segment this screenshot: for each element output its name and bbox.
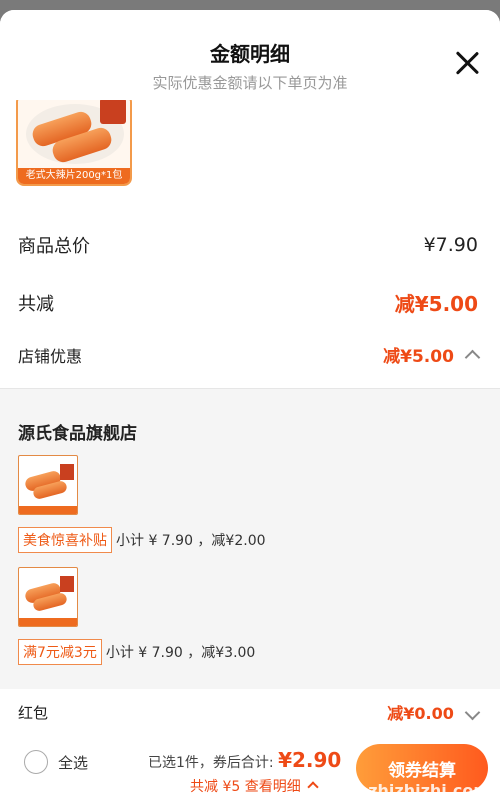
order-total: ¥2.90 [278, 748, 342, 772]
promo-tag: 满7元减3元 [18, 639, 102, 665]
watermark: zhizhizhi.com [368, 781, 490, 800]
red-packet-row[interactable]: 红包 减¥0.00 [18, 700, 481, 724]
shop-discount-label: 店铺优惠 [18, 346, 83, 366]
view-detail-link[interactable]: 共减 ¥5 查看明细 [190, 776, 319, 796]
total-price-value: ¥7.90 [423, 234, 478, 256]
discount-value: 减¥5.00 [394, 292, 478, 316]
checkout-bar: 全选 已选1件，券后合计: ¥2.90 共减 ¥5 查看明细 领券结算 zhiz… [0, 736, 500, 804]
promo-line: 满7元减3元 小计 ¥ 7.90 ，减¥3.00 [18, 639, 255, 665]
product-thumbnail[interactable] [18, 567, 78, 627]
red-packet-value: 减¥0.00 [387, 704, 454, 723]
amount-detail-sheet: 老式大辣片200g*1包 金额明细 实际优惠金额请以下单页为准 商品总价 ¥7.… [0, 10, 500, 804]
total-price-row: 商品总价 ¥7.90 [18, 232, 478, 258]
promo-tag: 美食惊喜补贴 [18, 527, 112, 553]
chevron-down-icon[interactable] [464, 704, 481, 720]
discount-label: 共减 [18, 293, 54, 315]
shop-discount-details: 源氏食品旗舰店 美食惊喜补贴 小计 ¥ 7.90 ，减¥2.00 满7元减3元 … [0, 388, 500, 689]
shop-discount-row[interactable]: 店铺优惠 减¥5.00 [18, 342, 481, 367]
promo-detail: 小计 ¥ 7.90 ，减¥2.00 [116, 533, 266, 549]
sheet-header: 金额明细 实际优惠金额请以下单页为准 [0, 10, 500, 100]
promo-detail: 小计 ¥ 7.90 ，减¥3.00 [105, 645, 256, 661]
promo-line: 美食惊喜补贴 小计 ¥ 7.90 ，减¥2.00 [18, 527, 266, 553]
select-all-label[interactable]: 全选 [58, 752, 88, 773]
shop-discount-value: 减¥5.00 [383, 347, 454, 367]
chevron-up-icon [307, 781, 319, 793]
selected-text: 已选1件，券后合计: [148, 755, 274, 771]
red-packet-label: 红包 [18, 703, 49, 722]
product-thumbnail[interactable] [18, 455, 78, 515]
select-all-radio[interactable] [24, 750, 48, 774]
total-price-label: 商品总价 [18, 236, 90, 257]
close-icon[interactable] [454, 50, 480, 76]
hero-product-image: 老式大辣片200g*1包 [16, 94, 132, 186]
page-title: 金额明细 [210, 42, 290, 66]
order-summary: 已选1件，券后合计: ¥2.90 [148, 748, 341, 772]
chevron-up-icon[interactable] [464, 349, 481, 366]
page-subtitle: 实际优惠金额请以下单页为准 [152, 74, 348, 92]
hero-product-caption: 老式大辣片200g*1包 [18, 168, 130, 184]
shop-name: 源氏食品旗舰店 [18, 424, 137, 444]
discount-row: 共减 减¥5.00 [18, 288, 478, 317]
